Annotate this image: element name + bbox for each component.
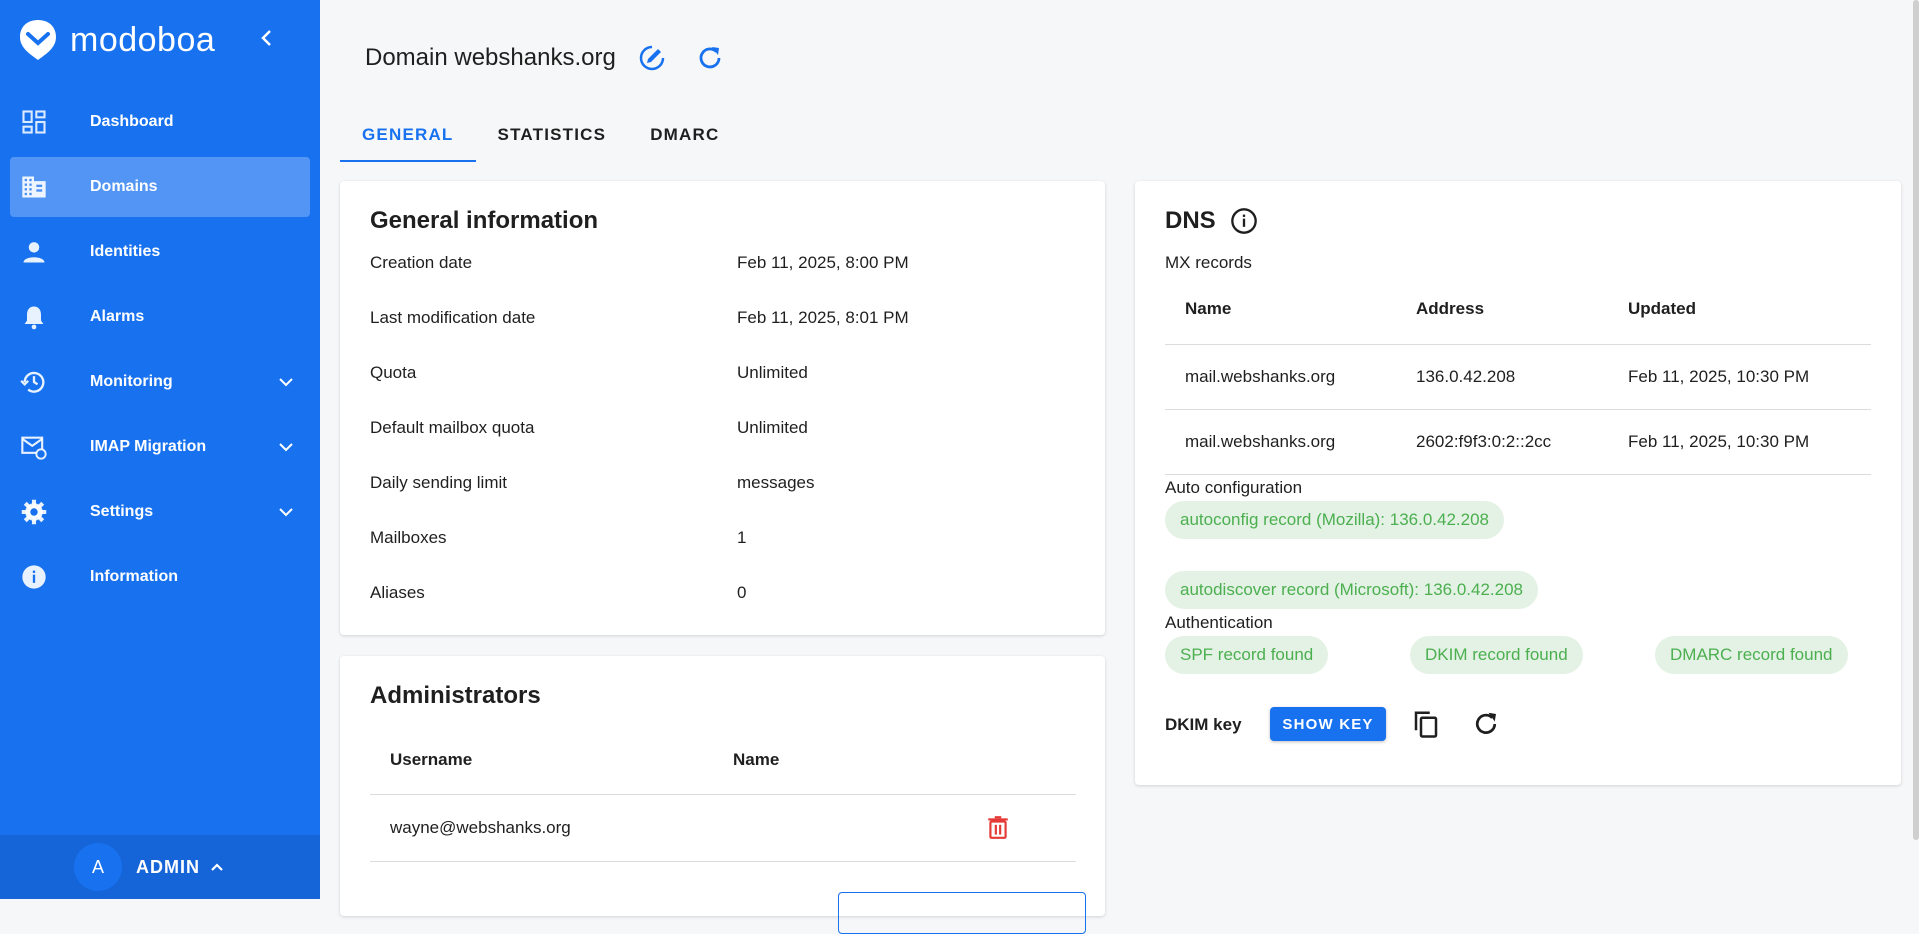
sidebar-item-label: Identities xyxy=(90,243,161,260)
logo-icon xyxy=(20,20,56,60)
sidebar-item-domains[interactable]: Domains xyxy=(10,157,310,217)
administrators-card: Administrators Username Name wayne@websh… xyxy=(340,656,1105,934)
sidebar-item-label: Information xyxy=(90,568,178,585)
tab-bar: GENERAL STATISTICS DMARC xyxy=(340,110,741,162)
info-label: Default mailbox quota xyxy=(370,418,535,437)
info-label: Last modification date xyxy=(370,308,536,327)
column-header-name: Name xyxy=(733,750,780,769)
info-value: Feb 11, 2025, 8:00 PM xyxy=(737,253,909,272)
spf-chip: SPF record found xyxy=(1165,636,1329,674)
admin-username: wayne@webshanks.org xyxy=(390,818,571,837)
info-label: Quota xyxy=(370,363,417,382)
card-title: Administrators xyxy=(370,682,541,709)
info-label: Creation date xyxy=(370,253,473,272)
page-scrollbar[interactable] xyxy=(1913,0,1919,840)
page-header: Domain webshanks.org xyxy=(365,42,726,74)
info-value: Unlimited xyxy=(737,363,808,382)
info-value: Feb 11, 2025, 8:01 PM xyxy=(737,308,909,327)
mail-sync-icon xyxy=(21,436,47,460)
delete-icon[interactable] xyxy=(985,814,1011,840)
refresh-icon[interactable] xyxy=(1471,709,1501,739)
column-header-updated: Updated xyxy=(1628,299,1696,318)
mx-name: mail.webshanks.org xyxy=(1185,367,1336,386)
sidebar-item-label: Alarms xyxy=(90,308,145,325)
dkim-key-label: DKIM key xyxy=(1165,715,1242,734)
history-icon xyxy=(20,371,45,393)
dashboard-icon xyxy=(22,110,46,134)
show-key-button[interactable]: SHOW KEY xyxy=(1270,707,1386,741)
column-header-username: Username xyxy=(390,750,473,769)
divider xyxy=(1165,474,1871,475)
gear-icon xyxy=(21,499,47,525)
info-value: Unlimited xyxy=(737,418,808,437)
info-icon xyxy=(22,565,46,589)
mx-address: 136.0.42.208 xyxy=(1416,367,1516,386)
app-name: modoboa xyxy=(70,20,216,59)
sidebar: modoboa Dashboard Domains Identities Ala… xyxy=(0,0,320,899)
chevron-down-icon xyxy=(279,508,293,517)
sidebar-item-monitoring[interactable]: Monitoring xyxy=(10,352,310,412)
tab-dmarc[interactable]: DMARC xyxy=(628,110,741,160)
sidebar-item-label: IMAP Migration xyxy=(90,438,207,455)
dns-card: DNS MX records Name Address Updated mail… xyxy=(1135,181,1901,785)
tab-general[interactable]: GENERAL xyxy=(340,110,476,162)
section-label: Authentication xyxy=(1165,613,1273,632)
avatar: A xyxy=(74,843,122,891)
sidebar-item-label: Domains xyxy=(90,178,158,195)
chevron-up-icon xyxy=(211,863,223,871)
section-label: MX records xyxy=(1165,253,1252,272)
app-logo[interactable]: modoboa xyxy=(18,18,215,62)
autodiscover-chip: autodiscover record (Microsoft): 136.0.4… xyxy=(1165,571,1539,609)
info-value: 0 xyxy=(737,583,747,602)
user-menu[interactable]: A ADMIN xyxy=(0,835,320,899)
section-label: Auto configuration xyxy=(1165,478,1303,497)
autoconfig-chip: autoconfig record (Mozilla): 136.0.42.20… xyxy=(1165,501,1505,539)
divider xyxy=(1165,409,1871,410)
collapse-sidebar-icon[interactable] xyxy=(255,26,279,50)
card-title: DNS xyxy=(1165,207,1216,234)
sidebar-item-label: Monitoring xyxy=(90,373,173,390)
info-value: 1 xyxy=(737,528,747,547)
info-icon[interactable] xyxy=(1230,207,1258,235)
info-label: Aliases xyxy=(370,583,425,602)
divider xyxy=(370,794,1076,795)
copy-icon[interactable] xyxy=(1411,709,1441,739)
info-value: messages xyxy=(737,473,815,492)
mx-updated: Feb 11, 2025, 10:30 PM xyxy=(1628,367,1810,386)
sidebar-item-identities[interactable]: Identities xyxy=(10,222,310,282)
refresh-icon[interactable] xyxy=(694,42,726,74)
mx-name: mail.webshanks.org xyxy=(1185,432,1336,451)
sidebar-item-alarms[interactable]: Alarms xyxy=(10,287,310,347)
person-icon xyxy=(23,242,45,263)
user-name: ADMIN xyxy=(136,856,200,877)
sidebar-item-dashboard[interactable]: Dashboard xyxy=(10,92,310,152)
sidebar-item-label: Settings xyxy=(90,503,154,520)
edit-icon[interactable] xyxy=(636,42,668,74)
chevron-down-icon xyxy=(279,378,293,387)
dns-header: DNS xyxy=(1165,207,1258,235)
info-label: Mailboxes xyxy=(370,528,447,547)
add-administrator-button[interactable] xyxy=(838,892,1086,934)
dkim-chip: DKIM record found xyxy=(1410,636,1583,674)
sidebar-nav: Dashboard Domains Identities Alarms Moni… xyxy=(10,92,310,612)
mx-updated: Feb 11, 2025, 10:30 PM xyxy=(1628,432,1810,451)
bell-icon xyxy=(24,306,44,330)
divider xyxy=(370,861,1076,862)
info-label: Daily sending limit xyxy=(370,473,507,492)
dmarc-chip: DMARC record found xyxy=(1655,636,1848,674)
sidebar-item-imap-migration[interactable]: IMAP Migration xyxy=(10,417,310,477)
sidebar-item-information[interactable]: Information xyxy=(10,547,310,607)
sidebar-item-settings[interactable]: Settings xyxy=(10,482,310,542)
divider xyxy=(1165,344,1871,345)
card-title: General information xyxy=(370,207,599,234)
mx-address: 2602:f9f3:0:2::2cc xyxy=(1416,432,1552,451)
chevron-down-icon xyxy=(279,443,293,452)
page-title: Domain webshanks.org xyxy=(365,44,616,71)
domains-icon xyxy=(22,176,46,198)
general-information-card: General information Creation date Feb 11… xyxy=(340,181,1105,635)
column-header-name: Name xyxy=(1185,299,1232,318)
column-header-address: Address xyxy=(1416,299,1485,318)
sidebar-item-label: Dashboard xyxy=(90,113,174,130)
tab-statistics[interactable]: STATISTICS xyxy=(476,110,629,160)
